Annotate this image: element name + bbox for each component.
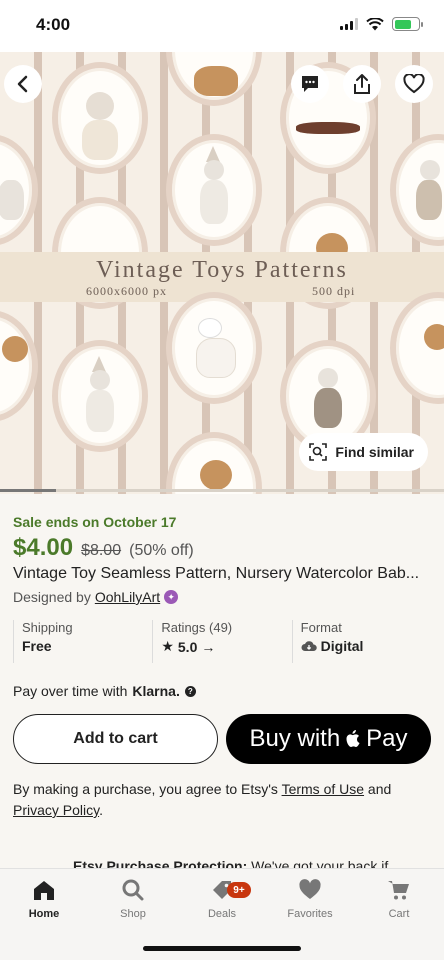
tab-cart-label: Cart [388, 908, 410, 920]
listing-image-carousel[interactable]: Vintage Toys Patterns 6000x6000 px 500 d… [0, 52, 444, 494]
star-seller-icon: ✦ [164, 590, 179, 604]
price-row: $4.00 $8.00 (50% off) [13, 534, 194, 562]
sale-ends-text: Sale ends on October 17 [13, 514, 177, 530]
star-icon: ★ [161, 638, 174, 654]
cart-icon [386, 877, 412, 903]
bottom-tab-bar: Home Shop Deals 9+ Favorites Cart [0, 868, 444, 960]
wifi-icon [366, 17, 384, 30]
discount-percent: (50% off) [129, 542, 194, 559]
buy-with-apple-pay-button[interactable]: Buy with Pay [226, 714, 431, 764]
hero-dpi: 500 dpi [312, 284, 356, 298]
heart-icon [403, 74, 425, 94]
tab-favorites-label: Favorites [287, 908, 333, 920]
product-title[interactable]: Vintage Toy Seamless Pattern, Nursery Wa… [13, 565, 433, 583]
tab-deals[interactable]: Deals 9+ [178, 877, 266, 920]
ratings-value-row[interactable]: ★ 5.0 → [161, 638, 291, 655]
toy-frame [166, 134, 262, 246]
status-icons [340, 17, 423, 31]
find-similar-button[interactable]: Find similar [299, 433, 428, 471]
terms-of-use-link[interactable]: Terms of Use [282, 781, 364, 797]
message-button[interactable] [291, 65, 329, 103]
tab-home-label: Home [28, 908, 60, 920]
terms-prefix: By making a purchase, you agree to Etsy'… [13, 781, 278, 797]
toy-frame [52, 62, 148, 174]
share-icon [354, 74, 370, 94]
tab-favorites[interactable]: Favorites [266, 877, 354, 920]
klarna-text: Pay over time with [13, 683, 128, 699]
home-icon [31, 877, 57, 903]
tab-deals-label: Deals [207, 908, 237, 920]
share-button[interactable] [343, 65, 381, 103]
shop-link[interactable]: OohLilyArt [95, 589, 160, 605]
image-carousel-indicator [0, 489, 444, 492]
add-to-cart-button[interactable]: Add to cart [13, 714, 218, 764]
battery-icon [392, 17, 423, 31]
tab-home[interactable]: Home [0, 877, 88, 920]
tab-shop[interactable]: Shop [89, 877, 177, 920]
terms-suffix: . [99, 802, 103, 818]
ratings-label: Ratings (49) [161, 620, 233, 635]
format-value: Digital [320, 638, 364, 654]
designed-by-label: Designed by [13, 589, 91, 605]
tab-cart[interactable]: Cart [355, 877, 443, 920]
hero-title: Vintage Toys Patterns [96, 257, 348, 283]
cloud-download-icon [301, 641, 317, 651]
format-info: Format Digital [291, 620, 431, 663]
heart-icon [297, 877, 323, 903]
pay-label: Pay [366, 725, 408, 752]
info-icon[interactable]: ? [184, 685, 196, 697]
apple-icon [346, 730, 360, 747]
message-icon [302, 76, 318, 92]
listing-info-grid: Shipping Free Ratings (49) ★ 5.0 → Forma… [13, 620, 431, 663]
purchase-terms: By making a purchase, you agree to Etsy'… [13, 779, 431, 821]
designer-row: Designed by OohLilyArt ✦ [13, 589, 179, 605]
chevron-left-icon [17, 75, 28, 93]
klarna-row[interactable]: Pay over time with Klarna. ? [13, 683, 196, 699]
toy-frame [166, 52, 262, 106]
klarna-logo: Klarna. [132, 683, 180, 699]
ratings-info[interactable]: Ratings (49) ★ 5.0 → [152, 620, 291, 663]
toy-frame [390, 292, 444, 404]
home-indicator [143, 946, 301, 951]
hero-resolution: 6000x6000 px [86, 284, 167, 298]
toy-frame [0, 310, 38, 422]
shipping-info: Shipping Free [13, 620, 152, 663]
toy-frame [390, 134, 444, 246]
ratings-value: 5.0 [177, 638, 198, 655]
tab-shop-label: Shop [120, 908, 146, 920]
toy-frame [166, 292, 262, 404]
format-value-row: Digital [301, 638, 431, 654]
status-time: 4:00 [36, 15, 71, 34]
original-price: $8.00 [81, 542, 122, 559]
toy-frame [166, 432, 262, 494]
visual-search-icon [309, 443, 328, 461]
buy-with-label: Buy with [249, 725, 341, 752]
find-similar-label: Find similar [335, 444, 414, 460]
back-button[interactable] [4, 65, 42, 103]
privacy-policy-link[interactable]: Privacy Policy [13, 802, 99, 818]
shipping-label: Shipping [22, 620, 73, 635]
status-bar: 4:00 [0, 0, 444, 52]
current-price: $4.00 [13, 534, 74, 561]
arrow-right-icon: → [201, 638, 216, 655]
format-label: Format [300, 620, 342, 635]
search-icon [120, 877, 146, 903]
signal-icon [340, 18, 358, 30]
deals-badge: 9+ [227, 882, 251, 898]
shipping-value: Free [22, 638, 52, 654]
favorite-button[interactable] [395, 65, 433, 103]
toy-frame [52, 340, 148, 452]
toy-frame [0, 134, 38, 246]
terms-and: and [367, 781, 392, 797]
